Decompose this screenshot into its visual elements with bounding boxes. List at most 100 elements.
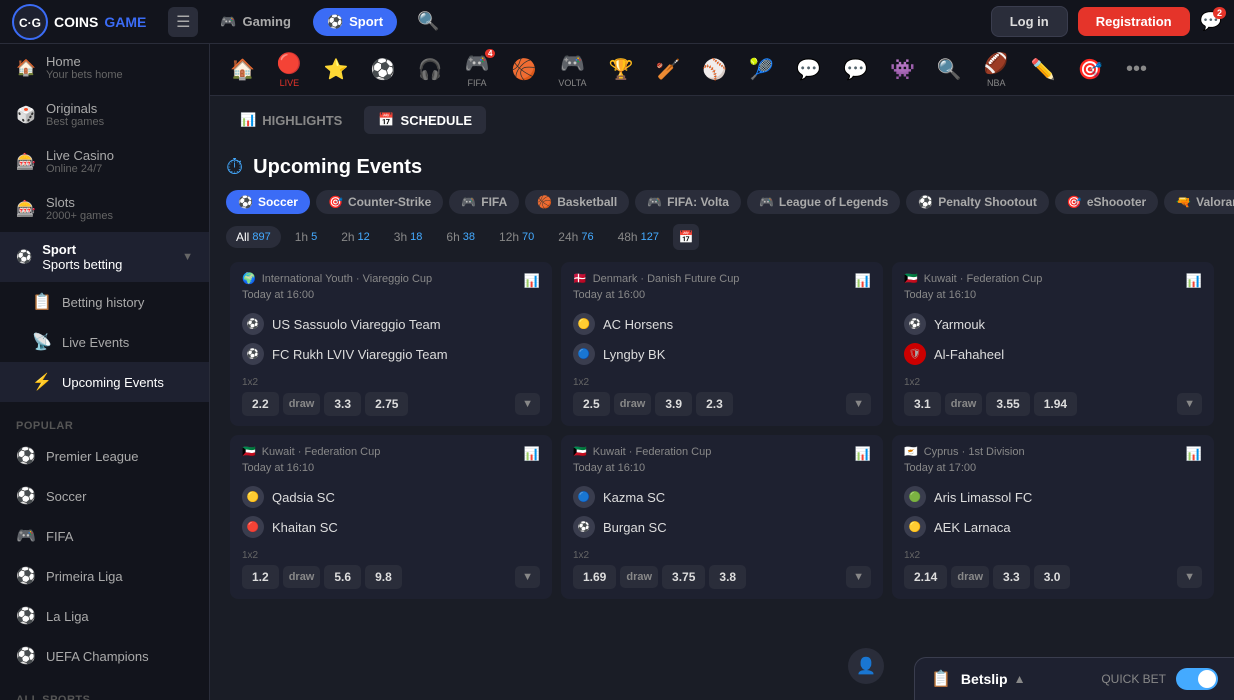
menu-button[interactable]: ☰ xyxy=(168,7,198,37)
match-stats-0[interactable]: 📊 xyxy=(524,273,540,289)
odddraw-3[interactable]: draw xyxy=(283,566,321,588)
time-filter-2h[interactable]: 2h 12 xyxy=(331,226,380,248)
sport-icon-baseball[interactable]: ⚾ xyxy=(694,53,735,86)
odd-expand-5[interactable]: ▼ xyxy=(1177,566,1202,588)
odddraw-0[interactable]: draw xyxy=(283,393,321,415)
match-stats-3[interactable]: 📊 xyxy=(524,446,540,462)
quick-bet-toggle[interactable] xyxy=(1176,668,1218,690)
time-filter-48h[interactable]: 48h 127 xyxy=(608,226,669,248)
odd-expand-2[interactable]: ▼ xyxy=(1177,393,1202,415)
odd-expand-0[interactable]: ▼ xyxy=(515,393,540,415)
sidebar-item-originals[interactable]: 🎲 Originals Best games xyxy=(0,91,209,138)
sport-icon-home[interactable]: 🏠 xyxy=(222,53,263,86)
sidebar-item-slots[interactable]: 🎰 Slots 2000+ games xyxy=(0,185,209,232)
odddrawval-4[interactable]: 3.75 xyxy=(662,565,705,589)
odddrawval-3[interactable]: 5.6 xyxy=(324,565,361,589)
sidebar-item-sport[interactable]: ⚽ Sport Sports betting ▼ xyxy=(0,232,209,282)
calendar-filter[interactable]: 📅 xyxy=(673,224,699,250)
match-stats-5[interactable]: 📊 xyxy=(1186,446,1202,462)
filter-eshooter[interactable]: 🎯 eShoooter xyxy=(1055,190,1158,214)
odd-expand-3[interactable]: ▼ xyxy=(515,566,540,588)
odd-expand-1[interactable]: ▼ xyxy=(846,393,871,415)
time-filter-1h[interactable]: 1h 5 xyxy=(285,226,327,248)
filter-lol[interactable]: 🎮 League of Legends xyxy=(747,190,900,214)
notification-button[interactable]: 💬 2 xyxy=(1200,11,1222,32)
odd1-2[interactable]: 3.1 xyxy=(904,392,941,416)
sport-icon-nba[interactable]: 🏈NBA xyxy=(976,47,1017,92)
odd2-1[interactable]: 2.3 xyxy=(696,392,733,416)
odd2-2[interactable]: 1.94 xyxy=(1034,392,1077,416)
odd1-1[interactable]: 2.5 xyxy=(573,392,610,416)
odddrawval-0[interactable]: 3.3 xyxy=(324,392,361,416)
sport-icon-tennis[interactable]: 🎾 xyxy=(741,53,782,86)
sport-icon-more[interactable]: ••• xyxy=(1117,54,1157,85)
sidebar-item-primeira[interactable]: ⚽ Primeira Liga xyxy=(0,556,209,596)
sport-nav[interactable]: ⚽ Sport xyxy=(313,8,397,36)
time-filter-24h[interactable]: 24h 76 xyxy=(548,226,603,248)
sidebar-item-fifa[interactable]: 🎮 FIFA xyxy=(0,516,209,556)
match-stats-4[interactable]: 📊 xyxy=(855,446,871,462)
sport-icon-search[interactable]: 🔍 xyxy=(929,53,970,86)
sidebar-item-uefa[interactable]: ⚽ UEFA Champions xyxy=(0,636,209,676)
sport-icon-chat1[interactable]: 💬 xyxy=(788,53,829,86)
sport-icon-soccer[interactable]: ⚽ xyxy=(363,53,404,86)
sport-icon-live[interactable]: 🔴LIVE xyxy=(269,47,310,92)
time-filter-12h[interactable]: 12h 70 xyxy=(489,226,544,248)
filter-basketball[interactable]: 🏀 Basketball xyxy=(525,190,629,214)
sidebar-laliga-label: La Liga xyxy=(46,609,89,624)
search-button[interactable]: 🔍 xyxy=(417,11,439,32)
filter-penalty[interactable]: ⚽ Penalty Shootout xyxy=(906,190,1049,214)
sidebar-item-laliga[interactable]: ⚽ La Liga xyxy=(0,596,209,636)
odd1-0[interactable]: 2.2 xyxy=(242,392,279,416)
sidebar-item-liveevents[interactable]: 📡 Live Events xyxy=(0,322,209,362)
tab-schedule[interactable]: 📅 SCHEDULE xyxy=(364,106,486,134)
sport-icon-darts[interactable]: 🎯 xyxy=(1070,53,1111,86)
odddrawval-5[interactable]: 3.3 xyxy=(993,565,1030,589)
odd-expand-4[interactable]: ▼ xyxy=(846,566,871,588)
tab-highlights[interactable]: 📊 HIGHLIGHTS xyxy=(226,106,356,134)
odddraw-1[interactable]: draw xyxy=(614,393,652,415)
sidebar-item-soccer[interactable]: ⚽ Soccer xyxy=(0,476,209,516)
gaming-nav[interactable]: 🎮 Gaming xyxy=(206,8,305,36)
time-filter-6h[interactable]: 6h 38 xyxy=(436,226,485,248)
odd1-5[interactable]: 2.14 xyxy=(904,565,947,589)
sidebar-item-home[interactable]: 🏠 Home Your bets home xyxy=(0,44,209,91)
filter-cs[interactable]: 🎯 Counter-Strike xyxy=(316,190,443,214)
sidebar-item-livecasino[interactable]: 🎰 Live Casino Online 24/7 xyxy=(0,138,209,185)
sport-icon-fifa[interactable]: 🎮FIFA 4 xyxy=(457,47,498,92)
odd1-4[interactable]: 1.69 xyxy=(573,565,616,589)
filter-fifavolta[interactable]: 🎮 FIFA: Volta xyxy=(635,190,741,214)
odddraw-4[interactable]: draw xyxy=(620,566,658,588)
support-button[interactable]: 👤 xyxy=(848,648,884,684)
odddrawval-1[interactable]: 3.9 xyxy=(655,392,692,416)
sport-icon-esports[interactable]: 🎧 xyxy=(410,53,451,86)
filter-valorant[interactable]: 🔫 Valorant xyxy=(1164,190,1234,214)
odd2-5[interactable]: 3.0 xyxy=(1034,565,1071,589)
sport-icon-edit[interactable]: ✏️ xyxy=(1023,53,1064,86)
sport-icon-trophy[interactable]: 🏆 xyxy=(601,53,642,86)
time-filter-3h[interactable]: 3h 18 xyxy=(384,226,433,248)
odd2-3[interactable]: 9.8 xyxy=(365,565,402,589)
sport-icon-cricket[interactable]: 🏏 xyxy=(647,53,688,86)
sport-icon-favorites[interactable]: ⭐ xyxy=(316,53,357,86)
register-button[interactable]: Registration xyxy=(1078,7,1190,36)
sport-icon-gaming[interactable]: 👾 xyxy=(882,53,923,86)
filter-soccer[interactable]: ⚽ Soccer xyxy=(226,190,310,214)
time-filter-all[interactable]: All 897 xyxy=(226,226,281,248)
login-button[interactable]: Log in xyxy=(991,6,1068,37)
filter-fifa[interactable]: 🎮 FIFA xyxy=(449,190,519,214)
odd2-0[interactable]: 2.75 xyxy=(365,392,408,416)
match-stats-1[interactable]: 📊 xyxy=(855,273,871,289)
sidebar-item-betting[interactable]: 📋 Betting history xyxy=(0,282,209,322)
odddrawval-2[interactable]: 3.55 xyxy=(986,392,1029,416)
sport-icon-volta[interactable]: 🎮VOLTA xyxy=(550,47,594,92)
sport-icon-basketball[interactable]: 🏀 xyxy=(503,53,544,86)
odd1-3[interactable]: 1.2 xyxy=(242,565,279,589)
odd2-4[interactable]: 3.8 xyxy=(709,565,746,589)
sidebar-item-premier[interactable]: ⚽ Premier League xyxy=(0,436,209,476)
sport-icon-chat2[interactable]: 💬 xyxy=(835,53,876,86)
odddraw-2[interactable]: draw xyxy=(945,393,983,415)
odddraw-5[interactable]: draw xyxy=(951,566,989,588)
sidebar-item-upcoming[interactable]: ⚡ Upcoming Events xyxy=(0,362,209,402)
match-stats-2[interactable]: 📊 xyxy=(1186,273,1202,289)
